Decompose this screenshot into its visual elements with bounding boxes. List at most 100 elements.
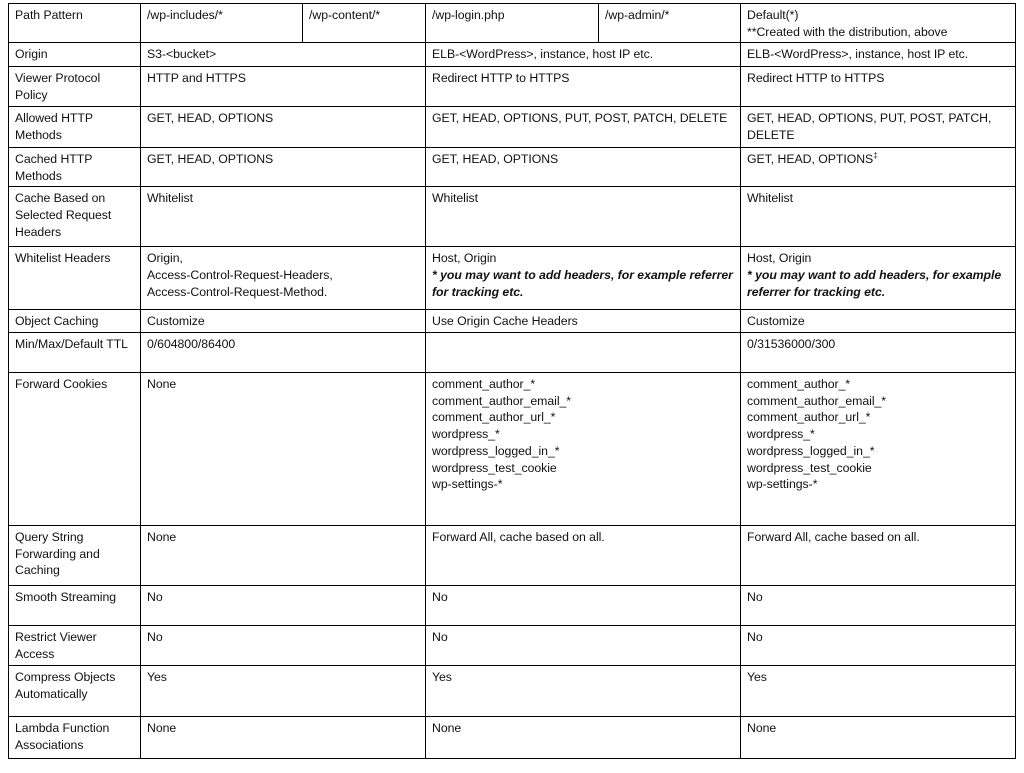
cell-default: None [740,716,1016,760]
cell-static-origin: No [140,585,426,627]
cell-line: wp-settings-* [747,477,818,492]
cell-default: Whitelist [740,186,1016,248]
cell-login-admin: GET, HEAD, OPTIONS, PUT, POST, PATCH, DE… [425,105,741,148]
header-pattern-text: /wp-includes/* [147,8,223,22]
cell-line: No [432,590,448,605]
cell-default: comment_author_* comment_author_email_* co… [740,372,1016,527]
row-label-text: Restrict Viewer Access [15,630,100,661]
cell-line: Access-Control-Request-Method. [147,284,328,299]
table-row: Compress Objects Automatically Yes Yes Yes [8,665,1016,718]
cell-line: Customize [747,314,805,329]
cell-static-origin: Yes [140,665,426,718]
row-label-text: Cached HTTP Methods [15,151,96,183]
table-container: Path Pattern/wp-includes/* /wp-content/* /… [8,2,1016,760]
table-row: Min/Max/Default TTL 0/604800/86400 0/31536… [8,332,1016,374]
cell-line: Origin, [147,251,183,266]
cell-login-admin: Yes [425,665,741,718]
cell-line: 0/31536000/300 [747,337,836,352]
cell-default: No [740,585,1016,627]
row-label-text: Compress Objects Automatically [15,670,119,701]
cell-line: ELB-<WordPress>, instance, host IP etc. [432,47,654,62]
cell-line: GET, HEAD, OPTIONS [432,151,559,166]
cloudfront-behaviors-table: Path Pattern/wp-includes/* /wp-content/* /… [8,2,1016,760]
header-pattern-text: Default(*) [747,8,799,22]
cell-line: comment_author_url_* [432,410,556,425]
row-label-text: Object Caching [15,314,99,329]
cell-line: No [147,590,163,605]
row-label: Query String Forwarding and Caching [8,525,141,587]
cell-default: Customize [740,309,1016,334]
cell-line: None [432,721,462,736]
row-label: Min/Max/Default TTL [8,332,141,374]
cell-line: ELB-<WordPress>, instance, host IP etc. [747,47,969,62]
cell-login-admin: Forward All, cache based on all. [425,525,741,587]
cell-login-admin: ELB-<WordPress>, instance, host IP etc. [425,42,741,68]
table-header-row: Path Pattern/wp-includes/* /wp-content/* /… [8,2,1016,44]
header-cell-wp-includes: /wp-includes/* [140,2,303,44]
header-pattern-text: /wp-login.php [432,8,505,22]
cell-line: Host, Origin [432,251,497,266]
cell-login-admin: GET, HEAD, OPTIONS [425,146,741,188]
cell-login-admin: None [425,716,741,760]
cell-default: 0/31536000/300 [740,332,1016,374]
cell-login-admin: Use Origin Cache Headers [425,309,741,334]
table-row: Viewer Protocol Policy HTTP and HTTPS Redi… [8,66,1016,107]
cell-line: Redirect HTTP to HTTPS [747,71,885,86]
row-label-text: Lambda Function Associations [15,721,112,752]
cell-line: wordpress_logged_in_* [432,443,560,458]
cell-line: None [147,721,177,736]
cell-static-origin: Origin, Access-Control-Request-Headers, Ac… [140,246,426,311]
table-row: Origin S3-<bucket> ELB-<WordPress>, instan… [8,42,1016,68]
row-label: Origin [8,42,141,68]
row-label: Smooth Streaming [8,585,141,627]
cell-login-admin: Whitelist [425,186,741,248]
cell-static-origin: GET, HEAD, OPTIONS [140,146,426,188]
header-path-pattern: Path Pattern [8,2,141,44]
cell-static-origin: None [140,525,426,587]
cell-static-origin: S3-<bucket> [140,42,426,68]
table-row: Smooth Streaming No No No [8,585,1016,627]
cell-line: wordpress_test_cookie [747,460,872,475]
table-row: Lambda Function Associations None None None [8,716,1016,760]
cell-line: comment_author_* [432,377,536,392]
cell-static-origin: No [140,625,426,667]
cell-line: comment_author_url_* [747,410,871,425]
cell-login-admin: No [425,585,741,627]
row-label: Cached HTTP Methods [8,146,141,188]
cell-line: Forward All, cache based on all. [432,530,605,545]
cell-line: Use Origin Cache Headers [432,314,578,329]
cell-line: No [147,630,163,645]
row-label: Viewer Protocol Policy [8,66,141,107]
cell-line: HTTP and HTTPS [147,71,246,86]
cell-line: wp-settings-* [432,477,503,492]
cell-default: Redirect HTTP to HTTPS [740,66,1016,107]
cell-line: comment_author_* [747,377,851,392]
cell-line: None [147,377,177,392]
cell-line: GET, HEAD, OPTIONS‡ [747,150,878,166]
cell-line: Host, Origin [747,251,812,266]
cell-line: Whitelist [747,191,794,206]
row-label-text: Smooth Streaming [15,590,117,605]
cell-line: None [147,530,177,545]
cell-line: Yes [747,670,767,685]
cell-line: No [432,630,448,645]
cell-note: * you may want to add headers, for examp… [432,268,737,299]
row-label: Cache Based on Selected Request Headers [8,186,141,248]
cell-static-origin: None [140,372,426,527]
cell-line: Forward All, cache based on all. [747,530,920,545]
cell-static-origin: 0/604800/86400 [140,332,426,374]
header-pattern-note: **Created with the distribution, above [747,24,948,39]
cell-login-admin: Host, Origin * you may want to add header… [425,246,741,311]
cell-default: Host, Origin * you may want to add header… [740,246,1016,311]
row-label: Restrict Viewer Access [8,625,141,667]
row-label-text: Min/Max/Default TTL [15,337,128,352]
cell-line: Yes [147,670,167,685]
cell-line: wordpress_test_cookie [432,460,557,475]
row-label-text: Cache Based on Selected Request Headers [15,191,115,239]
cell-line: Access-Control-Request-Headers, [147,268,333,283]
table-row: Cache Based on Selected Request Headers W… [8,186,1016,248]
row-label-text: Allowed HTTP Methods [15,110,97,142]
row-label: Whitelist Headers [8,246,141,311]
cell-note: * you may want to add headers, for examp… [747,268,1005,299]
header-cell-wp-login: /wp-login.php [425,2,599,44]
